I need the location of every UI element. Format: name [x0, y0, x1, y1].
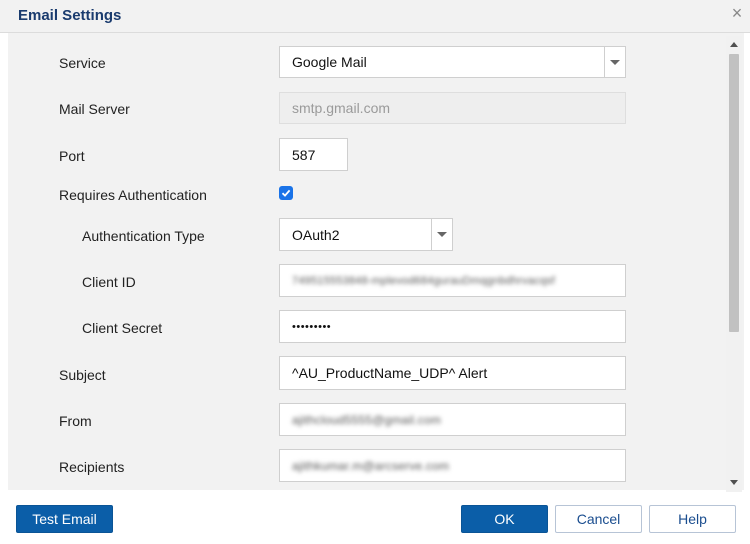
from-value: ajithcloud5555@gmail.com: [292, 412, 442, 427]
mail-server-label: Mail Server: [59, 101, 130, 117]
checkmark-icon: [281, 189, 291, 197]
from-input[interactable]: ajithcloud5555@gmail.com: [279, 403, 626, 436]
dialog-title: Email Settings: [18, 7, 122, 24]
auth-type-select[interactable]: OAuth2: [279, 218, 453, 251]
chevron-down-icon: [610, 59, 620, 65]
scroll-down-icon[interactable]: [730, 480, 738, 485]
service-select[interactable]: Google Mail: [279, 46, 626, 78]
cancel-button[interactable]: Cancel: [555, 505, 642, 533]
chevron-down-icon: [437, 232, 447, 237]
client-secret-value: •••••••••: [292, 320, 332, 333]
port-label: Port: [59, 148, 85, 164]
help-button[interactable]: Help: [649, 505, 736, 533]
auth-type-dropdown-arrow[interactable]: [431, 219, 452, 250]
auth-type-value: OAuth2: [292, 226, 340, 243]
recipients-input[interactable]: ajithkumar.m@arcserve.com: [279, 449, 626, 482]
client-id-label: Client ID: [82, 274, 136, 290]
client-secret-label: Client Secret: [82, 320, 163, 336]
scroll-up-icon[interactable]: [730, 42, 738, 47]
vertical-scrollbar[interactable]: [726, 36, 742, 492]
from-label: From: [59, 413, 92, 429]
mail-server-placeholder: smtp.gmail.com: [292, 100, 391, 116]
recipients-value: ajithkumar.m@arcserve.com: [292, 458, 450, 473]
recipients-label: Recipients: [59, 459, 125, 475]
service-value: Google Mail: [292, 54, 367, 70]
service-label: Service: [59, 55, 106, 71]
settings-form: Service Google Mail Mail Server smtp.gma…: [8, 33, 744, 490]
port-input[interactable]: 587: [279, 138, 348, 171]
auth-type-label: Authentication Type: [82, 228, 205, 244]
scrollbar-thumb[interactable]: [729, 54, 739, 332]
ok-button[interactable]: OK: [461, 505, 548, 533]
requires-auth-label: Requires Authentication: [59, 187, 207, 203]
subject-value: ^AU_ProductName_UDP^ Alert: [292, 365, 488, 381]
subject-label: Subject: [59, 367, 106, 383]
dialog-titlebar: Email Settings ×: [0, 0, 750, 33]
test-email-button[interactable]: Test Email: [16, 505, 113, 533]
mail-server-input: smtp.gmail.com: [279, 92, 626, 124]
client-id-input[interactable]: 749515553848-mplevod684gurauDmqgnbdhrvac…: [279, 264, 626, 297]
email-settings-dialog: Email Settings × Service Google Mail Mai…: [0, 0, 750, 544]
subject-input[interactable]: ^AU_ProductName_UDP^ Alert: [279, 356, 626, 390]
close-icon[interactable]: ×: [729, 4, 745, 22]
client-secret-input[interactable]: •••••••••: [279, 310, 626, 343]
client-id-value: 749515553848-mplevod684gurauDmqgnbdhrvac…: [292, 274, 556, 287]
requires-auth-checkbox[interactable]: [279, 186, 293, 200]
port-value: 587: [292, 146, 316, 163]
service-dropdown-arrow[interactable]: [604, 47, 625, 77]
